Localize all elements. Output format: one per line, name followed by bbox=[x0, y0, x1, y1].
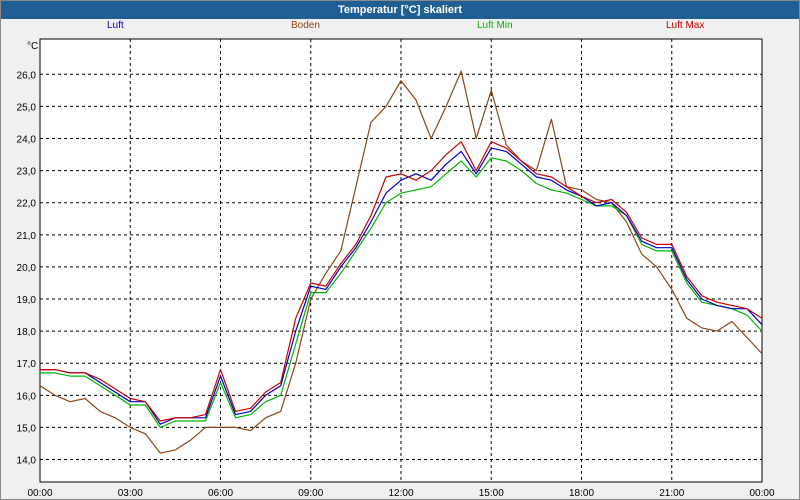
y-tick-label: 21,0 bbox=[17, 231, 37, 242]
x-tick-time: 15:00 bbox=[479, 488, 504, 499]
y-tick-label: 18,0 bbox=[17, 327, 37, 338]
x-tick-time: 03:00 bbox=[118, 488, 143, 499]
y-tick-label: 23,0 bbox=[17, 167, 37, 178]
y-tick-label: 24,0 bbox=[17, 135, 37, 146]
y-tick-label: 16,0 bbox=[17, 391, 37, 402]
y-tick-label: 14,0 bbox=[17, 456, 37, 467]
y-tick-label: 26,0 bbox=[17, 70, 37, 81]
x-tick-time: 18:00 bbox=[569, 488, 594, 499]
y-tick-label: 19,0 bbox=[17, 295, 37, 306]
y-tick-label: 22,0 bbox=[17, 199, 37, 210]
x-tick-time: 09:00 bbox=[298, 488, 323, 499]
x-tick-time: 21:00 bbox=[659, 488, 684, 499]
window-title: Temperatur [°C] skaliert bbox=[1, 1, 799, 19]
x-tick-time: 12:00 bbox=[388, 488, 413, 499]
y-tick-label: 20,0 bbox=[17, 263, 37, 274]
temperature-chart: °C 14,0 15,0 16,0 17,0 18,0 19,0 20,0 21,0 22,0 2… bbox=[17, 38, 775, 499]
y-axis-unit-label: °C bbox=[27, 41, 38, 52]
chart-window: Temperatur [°C] skaliert Luft Boden Luft… bbox=[0, 0, 800, 500]
y-tick-label: 25,0 bbox=[17, 102, 37, 113]
y-tick-label: 15,0 bbox=[17, 423, 37, 434]
y-tick-label: 17,0 bbox=[17, 359, 37, 370]
x-tick-time: 06:00 bbox=[208, 488, 233, 499]
x-tick-time: 00:00 bbox=[27, 488, 52, 499]
x-tick-time: 00:00 bbox=[749, 488, 774, 499]
